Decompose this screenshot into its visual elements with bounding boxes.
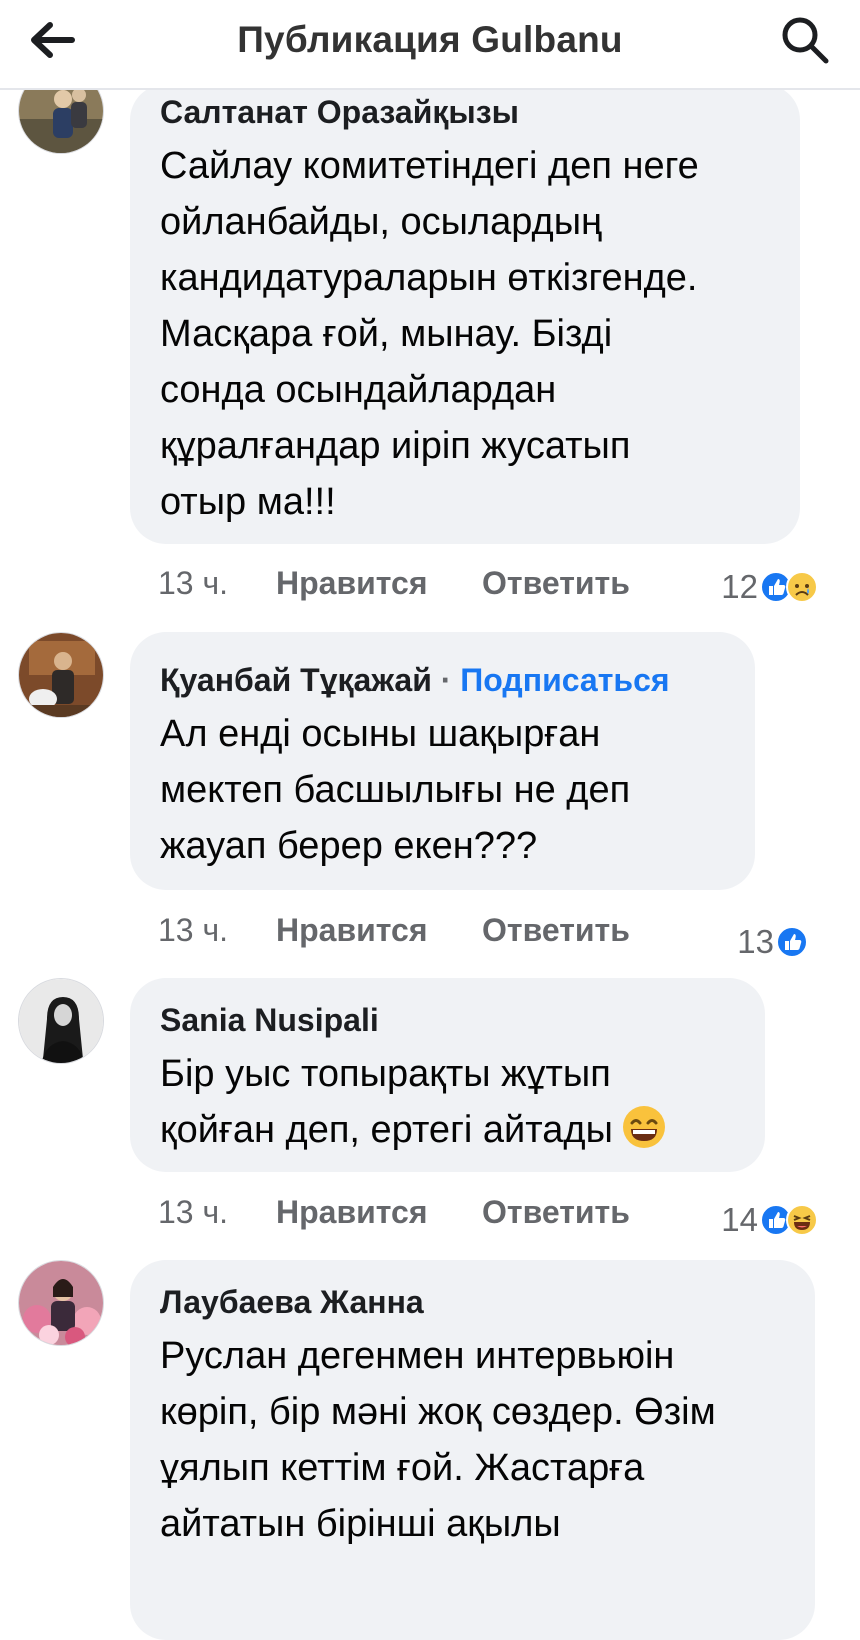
comment-line: Руслан дегенмен интервьюін xyxy=(160,1335,675,1377)
avatar[interactable] xyxy=(18,1260,104,1346)
follow-button[interactable]: Подписаться xyxy=(460,662,669,698)
comment-line: отыр ма!!! xyxy=(160,481,336,523)
page-title: Публикация Gulbanu xyxy=(237,19,623,60)
comment-author[interactable]: Sania Nusipali xyxy=(160,1000,735,1040)
avatar[interactable] xyxy=(18,632,104,718)
reaction-summary[interactable]: 14 xyxy=(721,1195,818,1245)
reaction-count: 14 xyxy=(721,1201,758,1238)
top-bar: Публикация Gulbanu xyxy=(0,0,860,90)
comment-author[interactable]: Лаубаева Жанна xyxy=(160,1282,785,1322)
reaction-summary[interactable]: 13 xyxy=(737,917,808,967)
reply-button[interactable]: Ответить xyxy=(482,1187,630,1237)
comment-line: құралғандар иіріп жусатып xyxy=(160,425,631,467)
comment-actions: 13 ч. Нравится Ответить 13 xyxy=(158,905,818,960)
comment-line: көріп, бір мәні жоқ сөздер. Өзім xyxy=(160,1391,716,1433)
comment-bubble: Лаубаева Жанна Руслан дегенмен интервьюі… xyxy=(130,1260,815,1640)
comment-bubble: Салтанат Оразайқызы Сайлау комитетіндегі… xyxy=(130,84,800,544)
comment-timestamp[interactable]: 13 ч. xyxy=(158,558,228,608)
comment-actions: 13 ч. Нравится Ответить 12 xyxy=(158,558,818,608)
comment-line: Масқара ғой, мынау. Бізді xyxy=(160,313,613,355)
like-icon xyxy=(776,926,808,958)
reaction-summary[interactable]: 12 xyxy=(721,562,818,612)
reply-button[interactable]: Ответить xyxy=(482,558,630,608)
comment-line: ойланбайды, осылардың xyxy=(160,201,602,243)
comment-line: ұялып кеттім ғой. Жастарға xyxy=(160,1447,645,1489)
search-button[interactable] xyxy=(775,10,835,70)
separator-dot: · xyxy=(440,662,452,698)
comment-line: кандидатураларын өткізгенде. xyxy=(160,257,698,299)
haha-icon xyxy=(786,1204,818,1236)
comment-actions: 13 ч. Нравится Ответить 14 xyxy=(158,1187,818,1238)
like-button[interactable]: Нравится xyxy=(276,905,428,955)
comment-line: мектеп басшылығы не деп xyxy=(160,769,631,811)
grinning-face-icon xyxy=(622,1106,665,1148)
comment-timestamp[interactable]: 13 ч. xyxy=(158,1187,228,1237)
comment-bubble: Sania Nusipali Бір уыс топырақты жұтып қ… xyxy=(130,978,765,1172)
comment-line: қойған деп, ертегі айтады xyxy=(160,1109,613,1151)
like-button[interactable]: Нравится xyxy=(276,1187,428,1237)
reply-button[interactable]: Ответить xyxy=(482,905,630,955)
reaction-count: 12 xyxy=(721,568,758,605)
comment-timestamp[interactable]: 13 ч. xyxy=(158,905,228,955)
like-button[interactable]: Нравится xyxy=(276,558,428,608)
comment-line: Ал енді осыны шақырған xyxy=(160,713,601,755)
reaction-count: 13 xyxy=(737,923,774,960)
comment-line: жауап берер екен??? xyxy=(160,825,538,867)
comment-bubble: Қуанбай Тұқажай · Подписаться Ал енді ос… xyxy=(130,632,755,890)
sad-icon xyxy=(786,571,818,603)
comment-line: айтатын бірінші ақылы xyxy=(160,1503,561,1545)
comment-author[interactable]: Қуанбай Тұқажай xyxy=(160,662,432,698)
comment-author[interactable]: Салтанат Оразайқызы xyxy=(160,92,770,132)
search-icon xyxy=(782,17,829,64)
avatar[interactable] xyxy=(18,978,104,1064)
comment-line: Сайлау комитетіндегі деп неге xyxy=(160,145,699,187)
comment-line: Бір уыс топырақты жұтып xyxy=(160,1053,611,1095)
comment-line: сонда осындайлардан xyxy=(160,369,557,411)
